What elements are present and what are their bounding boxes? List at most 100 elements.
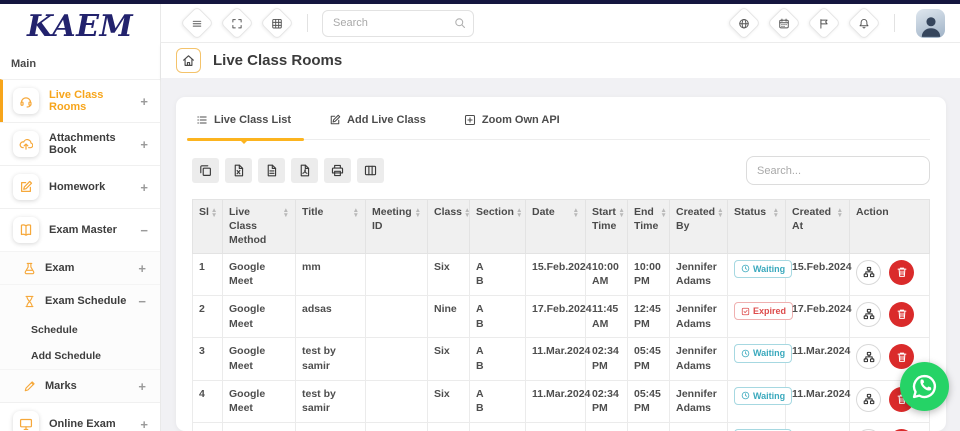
sidebar-item-label: Schedule (31, 324, 160, 336)
user-avatar[interactable] (916, 9, 945, 38)
apps-grid-button[interactable] (260, 6, 294, 40)
column-header-section[interactable]: Section▲▼ (470, 200, 526, 254)
home-button[interactable] (176, 48, 201, 73)
expand-toggle-icon[interactable]: + (140, 137, 148, 152)
sidebar-item-exam[interactable]: Exam+ (0, 251, 160, 284)
cell-created-at: 11.Mar.2024 (786, 338, 850, 380)
sidebar-item-homework[interactable]: Homework+ (0, 165, 160, 208)
expand-toggle-icon[interactable]: + (140, 180, 148, 195)
sort-icon[interactable]: ▲▼ (773, 205, 779, 219)
columns-button[interactable] (357, 158, 384, 183)
cell-section: AB (470, 253, 526, 295)
sort-icon[interactable]: ▲▼ (618, 205, 624, 233)
status-badge: Waiting (734, 387, 792, 406)
table-row: 2Google MeetadsasNineAB17.Feb.202411:45 … (193, 295, 930, 337)
meeting-share-button[interactable] (856, 344, 881, 369)
sort-icon[interactable]: ▲▼ (415, 205, 421, 233)
sidebar-item-label: Live Class Rooms (49, 89, 140, 113)
column-header-date[interactable]: Date▲▼ (526, 200, 586, 254)
meeting-share-button[interactable] (856, 387, 881, 412)
sort-icon[interactable]: ▲▼ (660, 205, 666, 233)
column-label: End Time (634, 205, 658, 233)
brand-logo[interactable]: KAEM (0, 4, 160, 44)
column-header-sl[interactable]: Sl▲▼ (193, 200, 223, 254)
sidebar-item-label: Add Schedule (31, 350, 160, 362)
cell-status: Waiting (728, 338, 786, 380)
file-pdf-button[interactable] (291, 158, 318, 183)
file-excel-button[interactable] (225, 158, 252, 183)
expand-toggle-icon[interactable]: + (140, 417, 148, 431)
column-header-live-class-method[interactable]: Live Class Method▲▼ (223, 200, 296, 254)
sort-icon[interactable]: ▲▼ (464, 205, 470, 219)
clock-icon (741, 349, 750, 358)
delete-button[interactable] (889, 302, 914, 327)
delete-button[interactable] (889, 260, 914, 285)
sort-icon[interactable]: ▲▼ (717, 205, 723, 233)
cell-meeting-id (366, 338, 428, 380)
fullscreen-button[interactable] (220, 6, 254, 40)
sidebar-item-attachments-book[interactable]: Attachments Book+ (0, 122, 160, 165)
copy-button[interactable] (192, 158, 219, 183)
file-excel-icon (232, 164, 245, 177)
sidebar-item-exam-master[interactable]: Exam Master− (0, 208, 160, 251)
column-header-start-time[interactable]: Start Time▲▼ (586, 200, 628, 254)
sidebar-toggle-button[interactable] (180, 6, 214, 40)
file-csv-button[interactable] (258, 158, 285, 183)
cell-live-class-method: Google Meet (223, 338, 296, 380)
print-button[interactable] (324, 158, 351, 183)
tab-live-class-list[interactable]: Live Class List (196, 114, 291, 139)
cell-end-time: 05:45 PM (628, 338, 670, 380)
sort-icon[interactable]: ▲▼ (573, 205, 579, 219)
status-badge: Waiting (734, 260, 792, 279)
table-search-input[interactable] (746, 156, 930, 185)
expand-toggle-icon[interactable]: − (138, 294, 146, 309)
sidebar-item-exam-schedule[interactable]: Exam Schedule− (0, 284, 160, 317)
column-header-status[interactable]: Status▲▼ (728, 200, 786, 254)
language-button[interactable] (727, 6, 761, 40)
meeting-share-button[interactable] (856, 302, 881, 327)
sort-icon[interactable]: ▲▼ (837, 205, 843, 233)
sort-icon[interactable]: ▲▼ (283, 205, 289, 248)
sidebar-item-online-exam[interactable]: Online Exam+ (0, 402, 160, 431)
table-row: 5Google Meettest by samirSixAB11.Mar.202… (193, 423, 930, 431)
sidebar-item-label: Marks (45, 380, 138, 392)
column-label: Live Class Method (229, 205, 281, 248)
column-label: Action (856, 205, 889, 219)
trash-icon (896, 308, 908, 320)
meeting-share-button[interactable] (856, 260, 881, 285)
expand-toggle-icon[interactable]: + (140, 94, 148, 109)
cloud-upload-icon (13, 131, 39, 157)
trash-icon (896, 266, 908, 278)
sidebar-item-add-schedule[interactable]: Add Schedule (0, 343, 160, 369)
columns-icon (364, 164, 377, 177)
cell-section: AB (470, 295, 526, 337)
page-title: Live Class Rooms (213, 52, 342, 69)
column-header-title[interactable]: Title▲▼ (296, 200, 366, 254)
sidebar-item-schedule[interactable]: Schedule (0, 317, 160, 343)
notifications-button[interactable] (847, 6, 881, 40)
column-header-created-at[interactable]: Created At▲▼ (786, 200, 850, 254)
tab-zoom-own-api[interactable]: Zoom Own API (464, 114, 560, 139)
announcements-button[interactable] (807, 6, 841, 40)
sort-icon[interactable]: ▲▼ (211, 205, 217, 219)
sort-icon[interactable]: ▲▼ (353, 205, 359, 219)
plus-square-icon (464, 114, 476, 126)
edit-icon (13, 174, 39, 200)
expand-toggle-icon[interactable]: + (138, 379, 146, 394)
column-header-created-by[interactable]: Created By▲▼ (670, 200, 728, 254)
column-label: Start Time (592, 205, 616, 233)
sidebar-menu: Live Class Rooms+Attachments Book+Homewo… (0, 79, 160, 431)
column-header-end-time[interactable]: End Time▲▼ (628, 200, 670, 254)
whatsapp-button[interactable] (900, 362, 949, 411)
calendar-button[interactable] (767, 6, 801, 40)
expand-toggle-icon[interactable]: − (140, 223, 148, 238)
sidebar-item-live-class-rooms[interactable]: Live Class Rooms+ (0, 79, 160, 122)
expand-toggle-icon[interactable]: + (138, 261, 146, 276)
column-header-meeting-id[interactable]: Meeting ID▲▼ (366, 200, 428, 254)
global-search-input[interactable] (322, 10, 474, 37)
check-square-icon (741, 307, 750, 316)
sidebar-item-marks[interactable]: Marks+ (0, 369, 160, 402)
tab-add-live-class[interactable]: Add Live Class (329, 114, 426, 139)
sort-icon[interactable]: ▲▼ (516, 205, 522, 219)
column-header-class[interactable]: Class▲▼ (428, 200, 470, 254)
